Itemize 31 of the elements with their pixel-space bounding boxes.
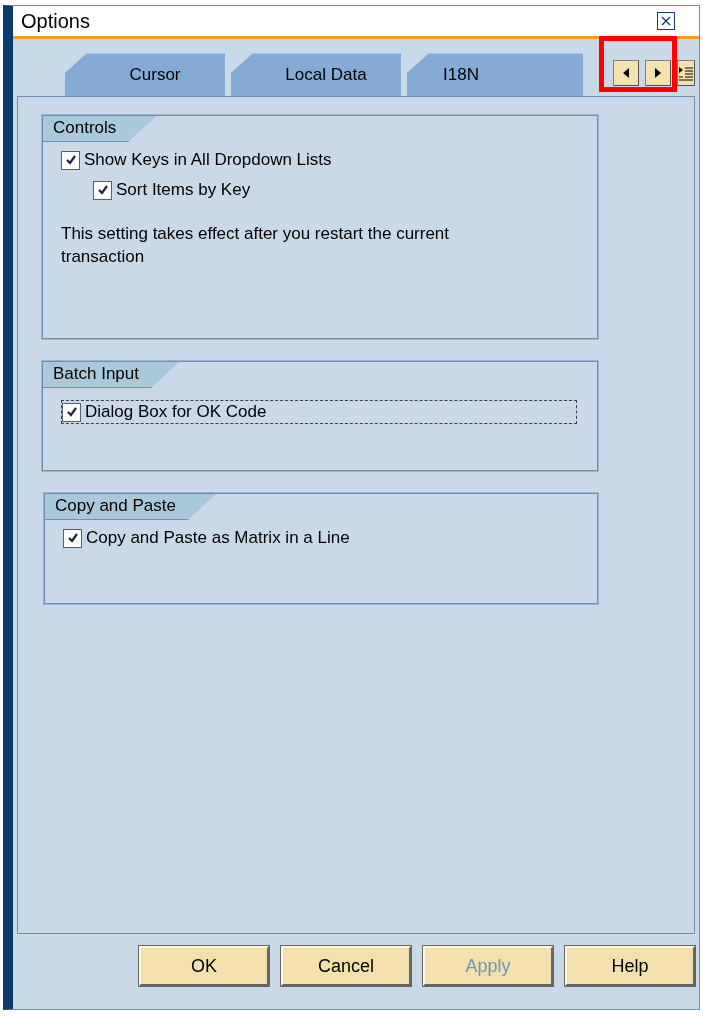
right-arrow-icon xyxy=(654,67,662,79)
list-icon xyxy=(678,65,694,81)
check-icon xyxy=(65,406,78,418)
checkbox-option[interactable]: Copy and Paste as Matrix in a Line xyxy=(63,528,350,548)
dialog-button[interactable]: Cancel xyxy=(281,946,411,986)
checkbox-option[interactable]: Show Keys in All Dropdown Lists xyxy=(61,150,332,170)
close-icon xyxy=(659,14,673,28)
tab[interactable]: Cursor xyxy=(65,53,225,96)
dialog-button[interactable]: Help xyxy=(565,946,695,986)
dialog-button[interactable]: OK xyxy=(139,946,269,986)
checkbox[interactable] xyxy=(63,528,82,548)
check-icon xyxy=(64,154,77,166)
left-arrow-icon xyxy=(622,67,630,79)
tab-list-button[interactable] xyxy=(677,60,695,86)
checkbox-option[interactable]: Sort Items by Key xyxy=(93,180,251,200)
group-title: Batch Input xyxy=(43,362,179,388)
checkbox-option[interactable]: Dialog Box for OK Code xyxy=(61,400,577,424)
checkbox[interactable] xyxy=(93,180,112,200)
close-button[interactable] xyxy=(657,12,675,30)
checkbox[interactable] xyxy=(62,402,81,422)
window-title: Options xyxy=(21,9,90,33)
tab[interactable]: Local Data xyxy=(231,53,401,96)
info-text: This setting takes effect after you restart the current transaction xyxy=(61,223,451,268)
tab[interactable]: I18N xyxy=(407,53,583,96)
check-icon xyxy=(96,184,109,196)
group-title: Controls xyxy=(43,116,157,142)
scroll-left-button[interactable] xyxy=(613,60,639,86)
scroll-right-button[interactable] xyxy=(645,60,671,86)
check-icon xyxy=(66,532,79,544)
group-title: Copy and Paste xyxy=(45,494,216,520)
checkbox[interactable] xyxy=(61,150,80,170)
